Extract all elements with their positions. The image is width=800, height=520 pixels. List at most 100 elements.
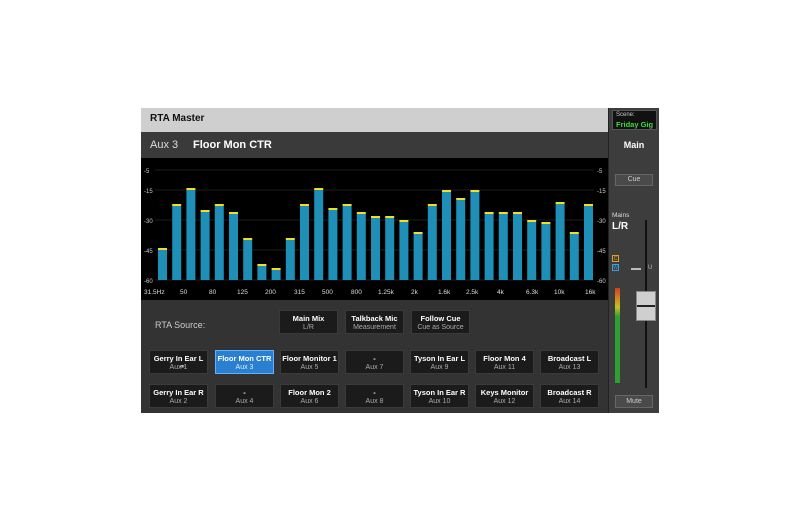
freq-label: 500 bbox=[322, 289, 333, 296]
rta-bar bbox=[442, 192, 451, 280]
rta-peak bbox=[172, 204, 182, 206]
source-button-aux-11[interactable]: Floor Mon 4 Aux 11 bbox=[475, 350, 534, 374]
db-label-l: -30 bbox=[144, 219, 153, 225]
channel-name: Floor Mon CTR bbox=[193, 139, 272, 151]
rta-bar bbox=[172, 206, 182, 280]
source-button-top-1[interactable]: Main Mix L/R bbox=[279, 310, 338, 334]
rta-bar bbox=[584, 206, 593, 280]
title-bar: RTA Master bbox=[141, 108, 608, 132]
source-button-aux-7[interactable]: - Aux 7 bbox=[345, 350, 404, 374]
freq-label: 800 bbox=[351, 289, 362, 296]
button-title: Floor Monitor 1 bbox=[282, 354, 337, 363]
meter-fill bbox=[615, 288, 620, 383]
source-button-aux-8[interactable]: - Aux 8 bbox=[345, 384, 404, 408]
rta-peak bbox=[314, 188, 324, 190]
rta-peak bbox=[342, 204, 352, 206]
freq-label: 80 bbox=[209, 289, 217, 296]
freq-label: 31.5Hz bbox=[144, 289, 165, 296]
button-subtitle: Aux 4 bbox=[235, 398, 254, 405]
rta-bar bbox=[314, 190, 324, 280]
freq-label: 50 bbox=[180, 289, 188, 296]
button-title: Floor Mon 2 bbox=[288, 388, 331, 397]
source-button-aux-2[interactable]: Gerry In Ear R Aux 2 bbox=[149, 384, 208, 408]
rta-bar bbox=[214, 206, 224, 280]
rta-peak bbox=[442, 190, 451, 192]
button-subtitle: Aux 13 bbox=[558, 364, 581, 371]
source-button-aux-4[interactable]: - Aux 4 bbox=[215, 384, 274, 408]
rta-bar bbox=[300, 206, 309, 280]
button-title: - bbox=[243, 388, 246, 397]
rta-peak bbox=[200, 210, 210, 212]
button-title: Tyson In Ear L bbox=[413, 354, 466, 363]
rta-peak bbox=[584, 204, 593, 206]
rta-peak bbox=[484, 212, 494, 214]
db-label-l: -5 bbox=[144, 169, 150, 175]
db-label-l: -15 bbox=[144, 189, 153, 195]
channel-bar: Aux 3 Floor Mon CTR bbox=[141, 132, 608, 158]
rta-peak bbox=[569, 232, 579, 234]
button-title: Follow Cue bbox=[420, 314, 461, 323]
rta-bar bbox=[186, 190, 196, 280]
source-button-aux-13[interactable]: Broadcast L Aux 13 bbox=[540, 350, 599, 374]
freq-label: 1.25k bbox=[378, 289, 395, 296]
button-title: Talkback Mic bbox=[351, 314, 398, 323]
source-button-top-2[interactable]: Talkback Mic Measurement bbox=[345, 310, 404, 334]
freq-label: 4k bbox=[497, 289, 505, 296]
source-button-aux-5[interactable]: Floor Monitor 1 Aux 5 bbox=[280, 350, 339, 374]
source-button-aux-3[interactable]: Floor Mon CTR Aux 3 bbox=[215, 350, 274, 374]
mute-button[interactable]: Mute bbox=[615, 395, 653, 408]
rta-bar bbox=[371, 218, 380, 280]
button-subtitle: Aux 3 bbox=[235, 364, 254, 371]
freq-label: 200 bbox=[265, 289, 276, 296]
button-subtitle: Aux 12 bbox=[493, 398, 516, 405]
channel-aux: Aux 3 bbox=[150, 139, 179, 151]
rta-peak bbox=[427, 204, 437, 206]
button-title: Tyson In Ear R bbox=[413, 388, 466, 397]
fader-handle[interactable] bbox=[636, 291, 656, 321]
source-button-aux-12[interactable]: Keys Monitor Aux 12 bbox=[475, 384, 534, 408]
freq-label: 1.6k bbox=[438, 289, 451, 296]
button-subtitle: L/R bbox=[303, 324, 314, 331]
source-button-aux-9[interactable]: Tyson In Ear L Aux 9 bbox=[410, 350, 469, 374]
freq-label: 6.3k bbox=[526, 289, 539, 296]
source-panel: RTA Source: Main Mix L/R Talkback Mic Measu… bbox=[141, 300, 608, 413]
db-label-r: -45 bbox=[597, 249, 606, 255]
rta-peak bbox=[257, 264, 267, 266]
scene-indicator[interactable]: Scene: Friday Gig bbox=[612, 110, 657, 130]
rta-peak bbox=[541, 222, 551, 224]
button-subtitle: Aux 10 bbox=[428, 398, 451, 405]
rta-bar bbox=[356, 214, 366, 280]
rta-peak bbox=[300, 204, 309, 206]
rta-peak bbox=[328, 208, 338, 210]
rta-bar bbox=[257, 266, 267, 280]
badge-c-icon: C bbox=[612, 255, 619, 262]
button-subtitle: Measurement bbox=[353, 324, 396, 331]
rta-peak bbox=[271, 268, 281, 270]
cue-button[interactable]: Cue bbox=[615, 174, 653, 186]
source-button-aux-10[interactable]: Tyson In Ear R Aux 10 bbox=[410, 384, 469, 408]
rta-peak bbox=[513, 212, 522, 214]
button-title: - bbox=[373, 354, 376, 363]
rta-source-label: RTA Source: bbox=[155, 320, 206, 330]
button-title: Broadcast L bbox=[547, 354, 592, 363]
rta-bar bbox=[555, 204, 565, 280]
rta-bar bbox=[498, 214, 508, 280]
db-label-r: -15 bbox=[597, 189, 606, 195]
freq-label: 16k bbox=[585, 289, 596, 296]
source-button-aux-14[interactable]: Broadcast R Aux 14 bbox=[540, 384, 599, 408]
source-button-top-3[interactable]: Follow Cue Cue as Source bbox=[411, 310, 470, 334]
button-subtitle: Aux 5 bbox=[300, 364, 319, 371]
rta-bar bbox=[158, 250, 167, 280]
rta-peak bbox=[456, 198, 466, 200]
rta-bar bbox=[569, 234, 579, 280]
source-button-aux-6[interactable]: Floor Mon 2 Aux 6 bbox=[280, 384, 339, 408]
freq-label: 2k bbox=[411, 289, 419, 296]
db-label-r: -5 bbox=[597, 169, 603, 175]
button-subtitle: Aux 6 bbox=[300, 398, 319, 405]
rta-bar bbox=[484, 214, 494, 280]
rta-bar bbox=[200, 212, 210, 280]
window-title: RTA Master bbox=[150, 113, 205, 124]
rta-peak bbox=[470, 190, 480, 192]
rta-peak bbox=[158, 248, 167, 250]
rta-bar bbox=[229, 214, 238, 280]
